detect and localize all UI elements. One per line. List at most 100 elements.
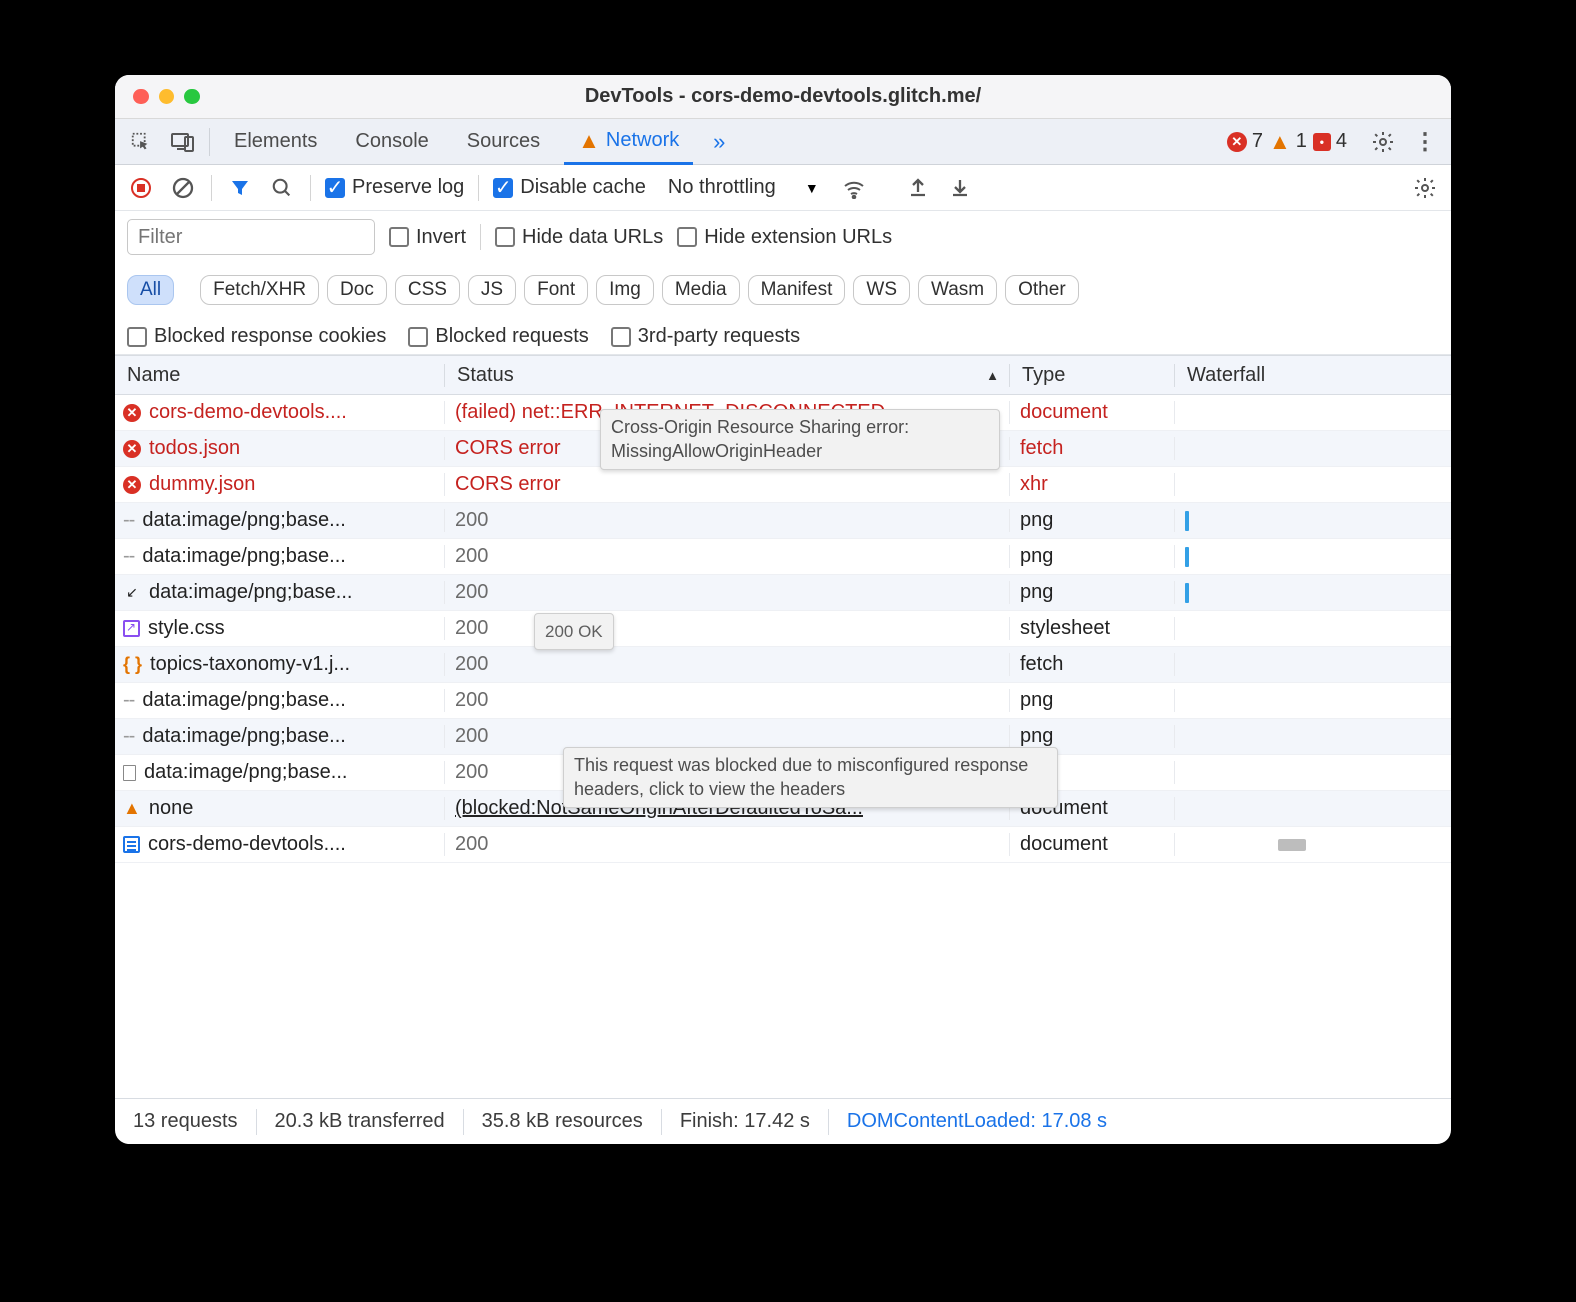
col-type[interactable]: Type — [1010, 364, 1175, 387]
pill-all[interactable]: All — [127, 275, 174, 305]
waterfall-bar — [1278, 839, 1306, 851]
third-party-checkbox[interactable]: 3rd-party requests — [611, 325, 800, 348]
disable-cache-checkbox[interactable]: ✓ Disable cache — [493, 176, 646, 199]
generic-icon: -- — [123, 545, 134, 568]
devtools-window: DevTools - cors-demo-devtools.glitch.me/… — [115, 75, 1451, 1144]
col-waterfall[interactable]: Waterfall — [1175, 364, 1451, 387]
cell-type: png — [1010, 545, 1175, 568]
request-name: data:image/png;base... — [149, 581, 352, 604]
pill-doc[interactable]: Doc — [327, 275, 387, 305]
pill-css[interactable]: CSS — [395, 275, 460, 305]
pill-manifest[interactable]: Manifest — [748, 275, 846, 305]
blocked-requests-checkbox[interactable]: Blocked requests — [408, 325, 588, 348]
preserve-log-label: Preserve log — [352, 176, 464, 199]
tab-elements[interactable]: Elements — [220, 119, 331, 164]
error-icon: ✕ — [123, 440, 141, 458]
inspect-element-icon[interactable] — [125, 126, 157, 158]
cell-name: data:image/png;base... — [115, 761, 445, 784]
preserve-log-checkbox[interactable]: ✓ Preserve log — [325, 176, 464, 199]
filter-input[interactable] — [127, 219, 375, 255]
warnings-badge[interactable]: ▲ 1 — [1269, 129, 1307, 155]
cell-status: CORS error — [445, 473, 1010, 496]
maximize-window-button[interactable] — [184, 89, 200, 105]
col-name[interactable]: Name — [115, 364, 445, 387]
cell-name: ↙ data:image/png;base... — [115, 581, 445, 604]
table-row[interactable]: --data:image/png;base...200png — [115, 539, 1451, 575]
cell-name: style.css — [115, 617, 445, 640]
dropdown-icon[interactable]: ▼ — [798, 174, 826, 202]
col-status[interactable]: Status ▲ — [445, 364, 1010, 387]
status-tooltip-label: 200 OK — [545, 622, 603, 641]
pill-js[interactable]: JS — [468, 275, 516, 305]
cell-status: 200 — [445, 581, 1010, 604]
checkbox-icon — [127, 327, 147, 347]
blocked-cookies-checkbox[interactable]: Blocked response cookies — [127, 325, 386, 348]
pill-img[interactable]: Img — [596, 275, 654, 305]
panel-settings-icon[interactable] — [1411, 174, 1439, 202]
cell-type: png — [1010, 725, 1175, 748]
disable-cache-label: Disable cache — [520, 176, 646, 199]
issues-badge[interactable]: • 4 — [1313, 130, 1347, 153]
hide-extension-urls-checkbox[interactable]: Hide extension URLs — [677, 226, 892, 249]
pill-other[interactable]: Other — [1005, 275, 1079, 305]
image-icon: ↙ — [123, 584, 141, 602]
pill-media[interactable]: Media — [662, 275, 740, 305]
table-row[interactable]: style.css200stylesheet — [115, 611, 1451, 647]
cell-name: cors-demo-devtools.... — [115, 833, 445, 856]
cell-type: png — [1010, 581, 1175, 604]
hide-ext-label: Hide extension URLs — [704, 226, 892, 249]
invert-checkbox[interactable]: Invert — [389, 226, 466, 249]
errors-badge[interactable]: ✕ 7 — [1227, 130, 1263, 153]
table-row[interactable]: ↙ data:image/png;base... 200png — [115, 575, 1451, 611]
table-row[interactable]: cors-demo-devtools....200document — [115, 827, 1451, 863]
third-party-label: 3rd-party requests — [638, 325, 800, 348]
table-row[interactable]: ✕dummy.jsonCORS errorxhr — [115, 467, 1451, 503]
warning-icon: ▲ — [1269, 129, 1291, 155]
checkbox-icon — [389, 227, 409, 247]
clear-button[interactable] — [169, 174, 197, 202]
throttling-value: No throttling — [668, 176, 776, 199]
pill-ws[interactable]: WS — [853, 275, 910, 305]
search-icon[interactable] — [268, 174, 296, 202]
request-name: data:image/png;base... — [144, 761, 347, 784]
divider — [480, 224, 481, 250]
cell-status: 200 — [445, 545, 1010, 568]
minimize-window-button[interactable] — [159, 89, 175, 105]
settings-icon[interactable] — [1367, 126, 1399, 158]
pill-fetchxhr[interactable]: Fetch/XHR — [200, 275, 319, 305]
cell-status: 200 — [445, 653, 1010, 676]
filter-icon[interactable] — [226, 174, 254, 202]
request-name: cors-demo-devtools.... — [149, 401, 347, 424]
export-icon[interactable] — [904, 174, 932, 202]
summary-finish: Finish: 17.42 s — [662, 1110, 828, 1133]
more-menu-icon[interactable]: ⋮ — [1409, 126, 1441, 158]
close-window-button[interactable] — [133, 89, 149, 105]
request-name: cors-demo-devtools.... — [148, 833, 346, 856]
blocked-tooltip: This request was blocked due to misconfi… — [563, 747, 1058, 808]
tab-network[interactable]: ▲ Network — [564, 120, 693, 165]
table-row[interactable]: --data:image/png;base...200png — [115, 503, 1451, 539]
cell-type: png — [1010, 509, 1175, 532]
cell-type: fetch — [1010, 653, 1175, 676]
col-status-label: Status — [457, 364, 514, 387]
cell-waterfall — [1175, 547, 1451, 567]
network-conditions-icon[interactable] — [840, 174, 868, 202]
device-toolbar-icon[interactable] — [167, 126, 199, 158]
throttling-select[interactable]: No throttling — [660, 176, 784, 199]
network-grid: Name Status ▲ Type Waterfall ✕ cors-demo-… — [115, 355, 1451, 1098]
hide-data-urls-checkbox[interactable]: Hide data URLs — [495, 226, 663, 249]
tab-sources[interactable]: Sources — [453, 119, 554, 164]
tab-console[interactable]: Console — [341, 119, 442, 164]
cell-name: --data:image/png;base... — [115, 689, 445, 712]
record-button[interactable] — [127, 174, 155, 202]
table-row[interactable]: { }topics-taxonomy-v1.j...200fetch — [115, 647, 1451, 683]
pill-wasm[interactable]: Wasm — [918, 275, 997, 305]
import-icon[interactable] — [946, 174, 974, 202]
network-toolbar: ✓ Preserve log ✓ Disable cache No thrott… — [115, 165, 1451, 211]
cell-status: 200 — [445, 617, 1010, 640]
pill-font[interactable]: Font — [524, 275, 588, 305]
table-row[interactable]: --data:image/png;base...200png — [115, 683, 1451, 719]
more-tabs-icon[interactable]: » — [703, 126, 735, 158]
errors-count: 7 — [1252, 130, 1263, 153]
generic-icon: -- — [123, 689, 134, 712]
